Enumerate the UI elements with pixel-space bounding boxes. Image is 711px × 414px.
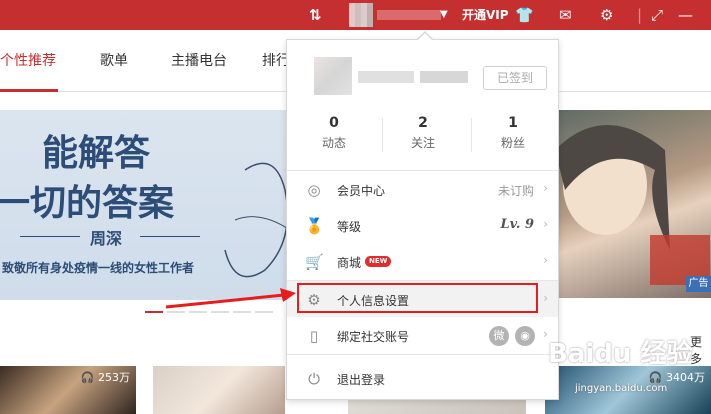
user-dropdown: 已签到 0 动态 2 关注 1 粉丝 ◎ 会员中心 未订购 › 🏅 等级 Lv.… (286, 39, 559, 400)
menu-item-logout[interactable]: ⏻ 退出登录 (287, 360, 558, 396)
banner-line1: 能解答 (42, 132, 151, 174)
user-name[interactable] (377, 10, 441, 20)
playlist-tile[interactable] (153, 366, 285, 414)
phone-icon: ▯ (309, 327, 319, 345)
banner-line2: 一切的答案 (0, 182, 175, 224)
user-avatar[interactable] (349, 3, 373, 27)
divider (471, 118, 472, 152)
tab-playlists[interactable]: 歌单 (100, 50, 128, 70)
divider (140, 236, 200, 237)
weibo-icon[interactable]: 微 (489, 326, 509, 346)
tab-underline (0, 89, 58, 92)
arrow-icon (165, 288, 296, 309)
level-value: Lv. 9 (500, 217, 534, 232)
menu-item-label: 会员中心 (337, 184, 386, 198)
dropdown-username (420, 71, 468, 83)
divider (382, 118, 383, 152)
banner-carousel[interactable]: 能解答 一切的答案 周深 致敬所有身处疫情一线的女性工作者 (0, 110, 292, 300)
cart-icon: 🛒 (305, 253, 324, 271)
dropdown-arrow-icon[interactable]: ▼ (440, 0, 448, 30)
vip-icon: ◎ (307, 181, 321, 199)
chevron-right-icon: › (543, 291, 548, 305)
tab-radio[interactable]: 主播电台 (171, 50, 227, 70)
medal-icon: 🏅 (305, 217, 324, 235)
menu-item-level[interactable]: 🏅 等级 Lv. 9 › (287, 207, 558, 243)
power-icon: ⏻ (308, 370, 320, 388)
menu-item-label: 绑定社交账号 (337, 330, 410, 344)
watermark-url: jingyan.baidu.com (575, 383, 668, 394)
chevron-right-icon: › (543, 253, 548, 267)
menu-item-label: 商城 (337, 256, 362, 270)
vip-button[interactable]: 开通VIP (462, 0, 509, 30)
stat-label: 关注 (410, 136, 435, 150)
mail-icon[interactable]: ✉ (559, 0, 572, 30)
play-count: 🎧 253万 (80, 371, 130, 384)
menu-item-label: 退出登录 (337, 373, 386, 387)
banner-next-image[interactable] (545, 110, 711, 298)
avatar[interactable] (314, 57, 352, 95)
stat-value: 2 (418, 115, 428, 131)
playlist-tile[interactable]: 🎧 253万 (0, 366, 136, 414)
divider: | (637, 6, 643, 24)
highlight-box (297, 283, 538, 313)
title-bar: ⇅ ▼ 开通VIP 👕 ✉ ⚙ | ⤢ — (0, 0, 711, 30)
new-badge: NEW (365, 256, 392, 267)
banner-illustration (224, 162, 291, 278)
chevron-right-icon: › (543, 181, 548, 195)
play-count-value: 253万 (98, 371, 130, 384)
stat-posts[interactable]: 0 动态 (294, 115, 374, 151)
tab-recommend[interactable]: 个性推荐 (0, 50, 56, 70)
menu-item-vip[interactable]: ◎ 会员中心 未订购 › (287, 171, 558, 207)
watermark: Baidu 经验 (548, 339, 693, 369)
ad-badge: 广告 (686, 276, 711, 292)
stat-label: 动态 (321, 136, 346, 150)
divider (287, 354, 558, 355)
vip-status: 未订购 (497, 184, 534, 198)
tshirt-icon[interactable]: 👕 (515, 0, 534, 30)
banner-tagline: 致敬所有身处疫情一线的女性工作者 (2, 261, 195, 275)
more-link[interactable]: 更多 (690, 333, 711, 367)
dropdown-username (358, 71, 414, 83)
menu-item-shop[interactable]: 🛒 商城 NEW › (287, 243, 558, 279)
stat-following[interactable]: 2 关注 (383, 115, 463, 151)
menu-item-label: 等级 (337, 220, 362, 234)
minimize-icon[interactable]: — (678, 0, 693, 30)
chevron-right-icon: › (543, 217, 548, 231)
stat-value: 0 (329, 115, 339, 131)
banner-author: 周深 (90, 229, 123, 248)
sync-icon[interactable]: ⇅ (309, 0, 322, 30)
stat-value: 1 (508, 115, 518, 131)
play-count-value: 3404万 (666, 371, 705, 384)
menu-item-bind-social[interactable]: ▯ 绑定社交账号 微 ◉ › (287, 317, 558, 353)
portrait-image (555, 125, 710, 285)
dropdown-caret (418, 33, 432, 40)
douban-icon[interactable]: ◉ (515, 326, 535, 346)
signin-button[interactable]: 已签到 (483, 66, 547, 90)
gear-icon[interactable]: ⚙ (600, 0, 613, 30)
stat-label: 粉丝 (500, 136, 525, 150)
mini-mode-icon[interactable]: ⤢ (651, 0, 663, 30)
divider (20, 236, 80, 237)
stat-followers[interactable]: 1 粉丝 (473, 115, 553, 151)
